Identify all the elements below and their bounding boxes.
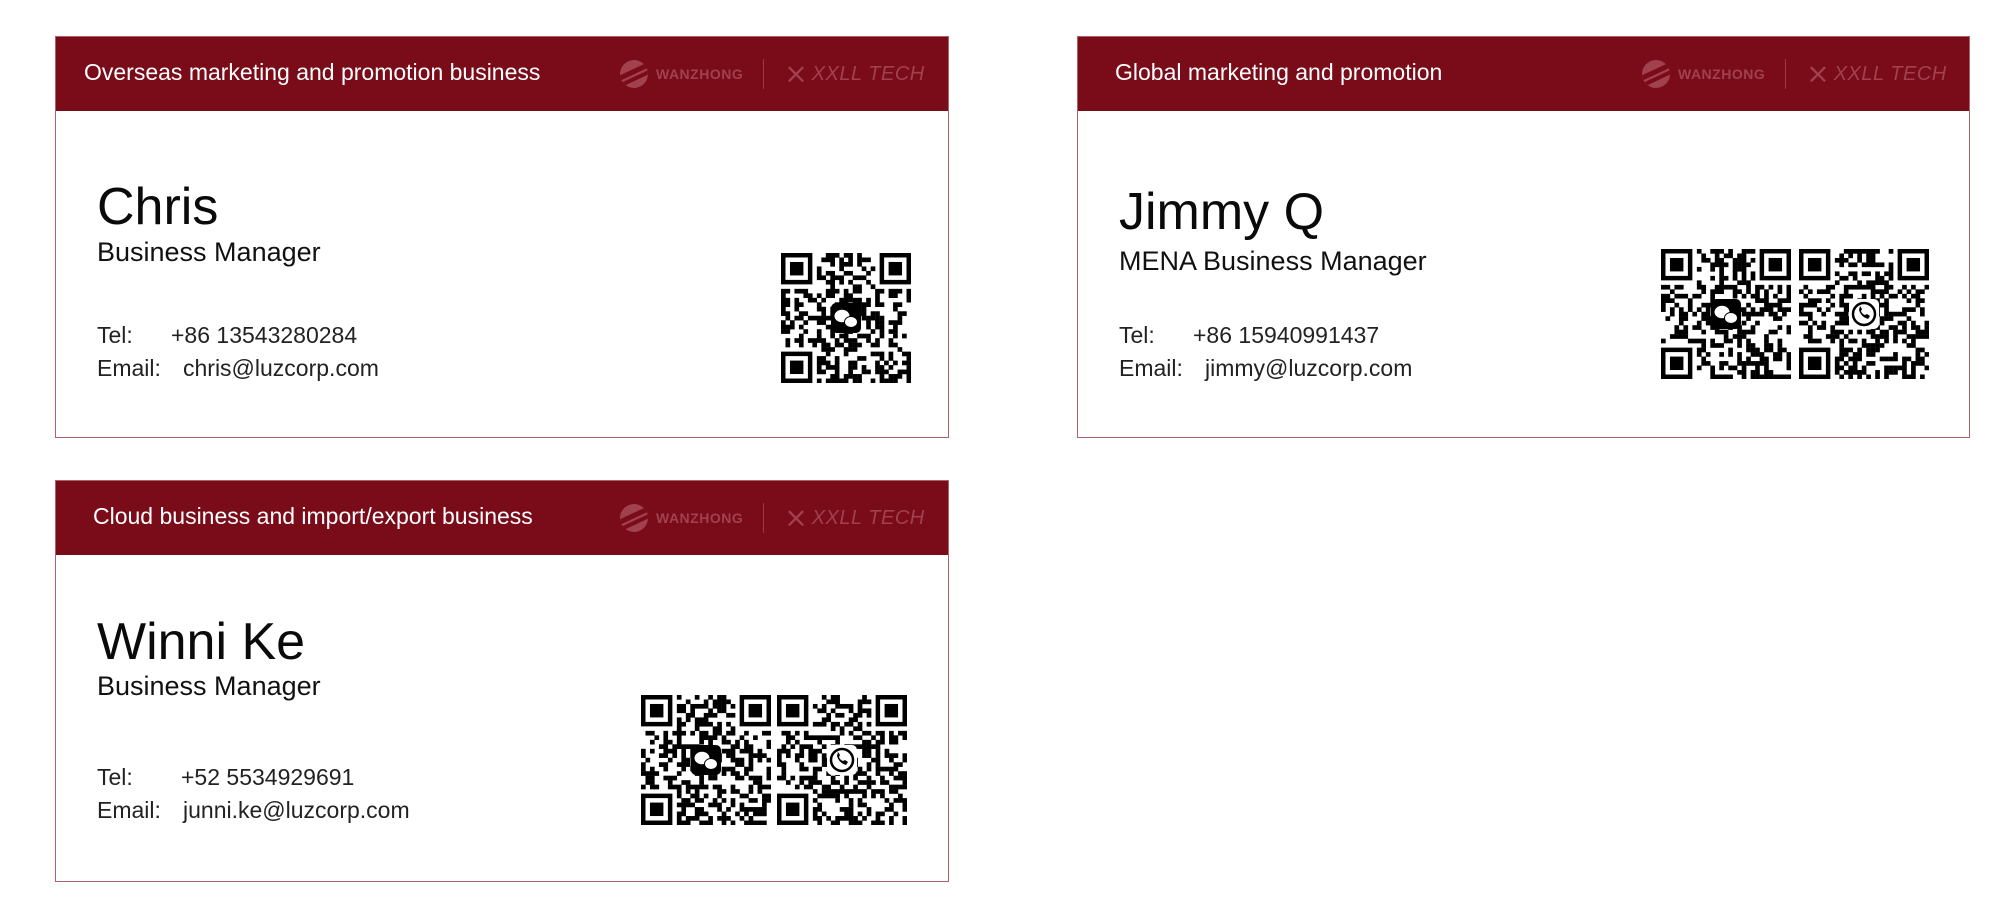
phone-row: Tel: +86 15940991437 bbox=[1119, 322, 1379, 349]
wechat-icon bbox=[691, 745, 721, 775]
wechat-qr-code[interactable] bbox=[1661, 249, 1791, 379]
qr-pattern bbox=[781, 253, 911, 383]
whatsapp-qr-code[interactable] bbox=[1799, 249, 1929, 379]
division-label: Overseas marketing and promotion busines… bbox=[84, 59, 541, 85]
wanzhong-logo: WANZHONG bbox=[1642, 60, 1765, 88]
phone-label: Tel: bbox=[97, 322, 133, 348]
wanzhong-logo: WANZHONG bbox=[620, 60, 743, 88]
job-title: Business Manager bbox=[97, 671, 321, 701]
business-card-jimmy-q: Global marketing and promotion WANZHONG … bbox=[1077, 36, 1970, 438]
logo-divider bbox=[763, 59, 765, 89]
wechat-icon bbox=[831, 303, 861, 333]
wechat-qr-code[interactable] bbox=[641, 695, 771, 825]
email-row: Email: jimmy@luzcorp.com bbox=[1119, 355, 1412, 382]
card-header: Global marketing and promotion WANZHONG … bbox=[1078, 37, 1969, 111]
division-label: Cloud business and import/export busines… bbox=[93, 503, 533, 529]
email-label: Email: bbox=[97, 797, 161, 823]
phone-number[interactable]: +52 5534929691 bbox=[181, 764, 354, 790]
phone-label: Tel: bbox=[97, 764, 133, 790]
wechat-qr-code[interactable] bbox=[781, 253, 911, 383]
job-title: Business Manager bbox=[97, 237, 321, 267]
xxll-wordmark: XXLL TECH bbox=[811, 506, 925, 529]
card-header: Cloud business and import/export busines… bbox=[56, 481, 948, 555]
person-name: Jimmy Q bbox=[1119, 183, 1325, 241]
email-row: Email: chris@luzcorp.com bbox=[97, 355, 379, 382]
whatsapp-qr-code[interactable] bbox=[777, 695, 907, 825]
xxll-mark-icon: ⨯ bbox=[784, 58, 808, 89]
logo-divider bbox=[1785, 59, 1787, 89]
wanzhong-wordmark: WANZHONG bbox=[656, 510, 744, 526]
person-name: Winni Ke bbox=[97, 613, 306, 671]
whatsapp-icon bbox=[1849, 299, 1879, 329]
email-address[interactable]: jimmy@luzcorp.com bbox=[1205, 355, 1412, 381]
wechat-icon bbox=[1711, 299, 1741, 329]
wanzhong-logo: WANZHONG bbox=[620, 504, 743, 532]
xxll-logo: ⨯ XXLL TECH bbox=[1806, 60, 1947, 88]
wanzhong-wordmark: WANZHONG bbox=[1678, 66, 1766, 82]
email-row: Email: junni.ke@luzcorp.com bbox=[97, 797, 410, 824]
email-address[interactable]: chris@luzcorp.com bbox=[183, 355, 379, 381]
company-logos: WANZHONG ⨯ XXLL TECH bbox=[1642, 57, 1947, 91]
qr-pattern bbox=[1661, 249, 1791, 379]
whatsapp-icon bbox=[827, 745, 857, 775]
email-label: Email: bbox=[1119, 355, 1183, 381]
xxll-wordmark: XXLL TECH bbox=[811, 62, 925, 85]
phone-row: Tel: +52 5534929691 bbox=[97, 764, 354, 791]
phone-number[interactable]: +86 13543280284 bbox=[171, 322, 357, 348]
qr-pattern bbox=[1799, 249, 1929, 379]
email-label: Email: bbox=[97, 355, 161, 381]
phone-row: Tel: +86 13543280284 bbox=[97, 322, 357, 349]
xxll-logo: ⨯ XXLL TECH bbox=[784, 60, 925, 88]
business-card-chris: Overseas marketing and promotion busines… bbox=[55, 36, 949, 438]
xxll-mark-icon: ⨯ bbox=[784, 502, 808, 533]
wanzhong-wordmark: WANZHONG bbox=[656, 66, 744, 82]
wanzhong-ball-icon bbox=[620, 504, 648, 532]
person-name: Chris bbox=[97, 178, 219, 236]
xxll-wordmark: XXLL TECH bbox=[1833, 62, 1947, 85]
logo-divider bbox=[763, 503, 765, 533]
wanzhong-ball-icon bbox=[1642, 60, 1670, 88]
qr-pattern bbox=[777, 695, 907, 825]
email-address[interactable]: junni.ke@luzcorp.com bbox=[183, 797, 410, 823]
business-card-winni-ke: Cloud business and import/export busines… bbox=[55, 480, 949, 882]
qr-pattern bbox=[641, 695, 771, 825]
phone-label: Tel: bbox=[1119, 322, 1155, 348]
company-logos: WANZHONG ⨯ XXLL TECH bbox=[620, 57, 925, 91]
job-title: MENA Business Manager bbox=[1119, 246, 1427, 276]
card-header: Overseas marketing and promotion busines… bbox=[56, 37, 948, 111]
wanzhong-ball-icon bbox=[620, 60, 648, 88]
xxll-mark-icon: ⨯ bbox=[1806, 58, 1830, 89]
company-logos: WANZHONG ⨯ XXLL TECH bbox=[620, 501, 925, 535]
division-label: Global marketing and promotion bbox=[1115, 59, 1443, 85]
phone-number[interactable]: +86 15940991437 bbox=[1193, 322, 1379, 348]
xxll-logo: ⨯ XXLL TECH bbox=[784, 504, 925, 532]
